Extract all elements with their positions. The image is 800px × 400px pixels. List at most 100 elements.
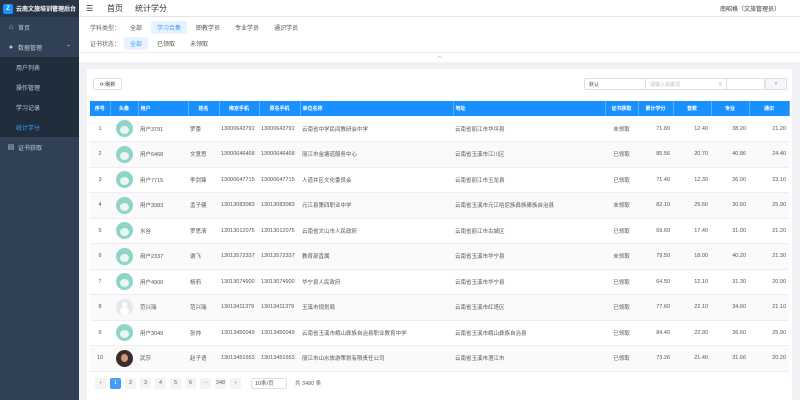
sidebar-item-user-list[interactable]: 用户列表	[0, 57, 79, 77]
user-menu[interactable]: 南昭格（文旅管理员）	[720, 4, 780, 13]
tab-credits[interactable]: 统计学分	[135, 3, 167, 14]
cell-total: 84.40	[638, 320, 673, 346]
type-chip-learning[interactable]: 学习合集	[151, 21, 188, 34]
cell-a: 22.10	[673, 294, 711, 321]
cell-cert: 未领取	[605, 192, 638, 219]
cell-cert: 已领取	[605, 218, 638, 244]
cell-name: 李剑锋	[188, 167, 219, 193]
cell-name: 孟子健	[188, 192, 219, 219]
search-input[interactable]: 请输入关键词	[645, 78, 765, 90]
table-row[interactable]: 5 水谷 罗思清 13013012075 13013012075 云南省文山市人民政府 云南…	[90, 218, 789, 244]
avatar	[115, 120, 133, 137]
table-row[interactable]: 2 用户6468 文意思 13000646468 13000646468 丽江市金塘道服务…	[90, 141, 789, 168]
cell-b: 36.00	[711, 167, 749, 193]
filter-panel: 学科类型： 全部 学习合集 职教学员 专业学员 通识学员 证书状态： 全部 已领…	[79, 17, 800, 52]
tab-home[interactable]: 首页	[107, 3, 123, 14]
page-size-select[interactable]: 10条/页	[251, 377, 287, 389]
table-body: 1 用户3791 罗蕾 13000643791 13000643791 云南省中学民间教研…	[90, 116, 789, 372]
avatar-cell	[110, 167, 138, 193]
page-button[interactable]: 6	[185, 377, 196, 389]
cell-phone2: 13000646468	[259, 141, 300, 168]
cell-total: 77.60	[638, 294, 673, 321]
cell-phone: 13013083083	[219, 192, 259, 219]
table-row[interactable]: 9 用户3049 张帅 13013450049 13013450049 云南省玉溪市峨山彝…	[90, 320, 789, 346]
header-col-index: 序号	[90, 101, 111, 116]
status-chip-all[interactable]: 全部	[124, 37, 149, 50]
page-button[interactable]: 4	[155, 377, 166, 389]
search-icon[interactable]: ⌕	[765, 78, 787, 90]
filter-label: 学科类型：	[90, 26, 121, 32]
sidebar-item-learning-records[interactable]: 学习记录	[0, 97, 79, 117]
cell-c: 25.90	[749, 320, 789, 346]
top-bar: ☰ 首页 统计学分 南昭格（文旅管理员）	[79, 0, 800, 17]
cell-no: 10	[90, 345, 110, 372]
header-col-phone2: 原名手机	[259, 101, 301, 116]
menu-toggle-icon[interactable]: ☰	[86, 4, 98, 13]
cell-c: 21.20	[749, 218, 789, 244]
page-button[interactable]: 2	[125, 377, 136, 389]
prev-page-button[interactable]: ‹	[95, 377, 106, 389]
chevron-up-icon: ⌃	[65, 44, 71, 51]
cell-addr: 云南省玉溪市澄江市	[453, 345, 605, 372]
cell-addr: 云南省玉溪市元江哈尼族彝族傣族自治县	[453, 192, 605, 219]
app-logo[interactable]: Z 云南文旅培训管理后台	[0, 0, 79, 17]
sidebar-item-data-management[interactable]: ● 数据管理 ⌃	[0, 37, 79, 57]
cell-a: 17.40	[673, 218, 711, 244]
avatar	[115, 298, 133, 316]
table-row[interactable]: 10 武莎 赵子语 13013451653 13013451653 丽江市山水旅游策划有限…	[90, 345, 789, 372]
cell-addr: 云南省玉溪市华宁县	[453, 269, 605, 295]
cell-a: 25.60	[673, 192, 711, 219]
sidebar-item-label: 统计学分	[16, 125, 41, 132]
cell-a: 21.40	[673, 345, 711, 372]
table-row[interactable]: 1 用户3791 罗蕾 13000643791 13000643791 云南省中学民间教研…	[90, 116, 789, 142]
type-chip-professional[interactable]: 专业学员	[229, 21, 265, 34]
table-row[interactable]: 8 范兴瑞 范兴瑞 13013411379 13013411379 玉溪市规划局 云南省玉溪…	[90, 294, 789, 321]
cell-unit: 丽江市山水旅游策划有限责任公司	[300, 345, 453, 372]
cell-no: 2	[90, 141, 110, 168]
cell-phone2: 13000647715	[259, 167, 300, 193]
sidebar-item-operations[interactable]: 操作管理	[0, 77, 79, 97]
cell-unit: 元江县第四职业中学	[300, 192, 453, 219]
refresh-button[interactable]: ⟳ 刷新	[93, 78, 122, 90]
cell-cert: 已领取	[605, 269, 638, 295]
cell-no: 7	[90, 269, 110, 295]
sidebar-item-certificates[interactable]: ▤ 证书获取	[0, 137, 79, 157]
avatar-cell	[110, 192, 138, 219]
page-button[interactable]: 348	[215, 377, 226, 389]
cell-b: 30.60	[711, 192, 749, 219]
status-chip-unclaimed[interactable]: 未领取	[184, 37, 214, 50]
cell-user: 用户7715	[138, 167, 188, 193]
cell-name: 谢飞	[188, 243, 219, 270]
cell-c: 21.20	[749, 116, 789, 142]
cell-a: 22.90	[673, 320, 711, 346]
page-button[interactable]: 5	[170, 377, 181, 389]
page-button[interactable]: 3	[140, 377, 151, 389]
header-col-user: 用户	[138, 101, 189, 116]
collapse-filters-icon[interactable]: ︿	[79, 52, 800, 62]
app-title: 云南文旅培训管理后台	[16, 7, 77, 13]
table-row[interactable]: 6 用户2337 谢飞 13013572337 13013572337 教育部直属 云南省玉…	[90, 243, 789, 270]
page-button[interactable]: ···	[200, 377, 211, 389]
cell-total: 73.26	[638, 345, 673, 372]
sidebar-item-home[interactable]: ⌂ 首页	[0, 17, 79, 37]
page-button[interactable]: 1	[110, 377, 121, 389]
type-chip-general[interactable]: 通识学员	[268, 21, 304, 34]
cell-no: 5	[90, 218, 110, 244]
sidebar-item-credits[interactable]: 统计学分	[0, 117, 79, 137]
cell-phone: 13013450049	[219, 320, 259, 346]
cell-name: 范兴瑞	[188, 294, 219, 321]
type-chip-vocational[interactable]: 职教学员	[190, 21, 226, 34]
table-row[interactable]: 3 用户7715 李剑锋 13000647715 13000647715 人道并区文化委员…	[90, 167, 789, 193]
avatar	[115, 145, 133, 163]
status-chip-claimed[interactable]: 已领取	[151, 37, 181, 50]
table-row[interactable]: 7 用户4900 杨莉 13013074900 13013074900 华宁县人民政府 云南…	[90, 269, 789, 295]
table-row[interactable]: 4 用户3083 孟子健 13013083083 13013083083 元江县第四职业中…	[90, 192, 789, 219]
cell-unit: 华宁县人民政府	[300, 269, 453, 295]
type-chip-all[interactable]: 全部	[124, 21, 148, 34]
cell-cert: 已领取	[605, 294, 638, 321]
avatar-cell	[110, 243, 138, 270]
next-page-button[interactable]: ›	[230, 377, 241, 389]
table-card: ⟳ 刷新 默认 ∨ 请输入关键词 ⌕ 序号 头像 用户 姓名 绑定手机 原名手机 单位名称地…	[87, 69, 792, 400]
avatar-cell	[110, 218, 138, 244]
cell-no: 9	[90, 320, 110, 346]
